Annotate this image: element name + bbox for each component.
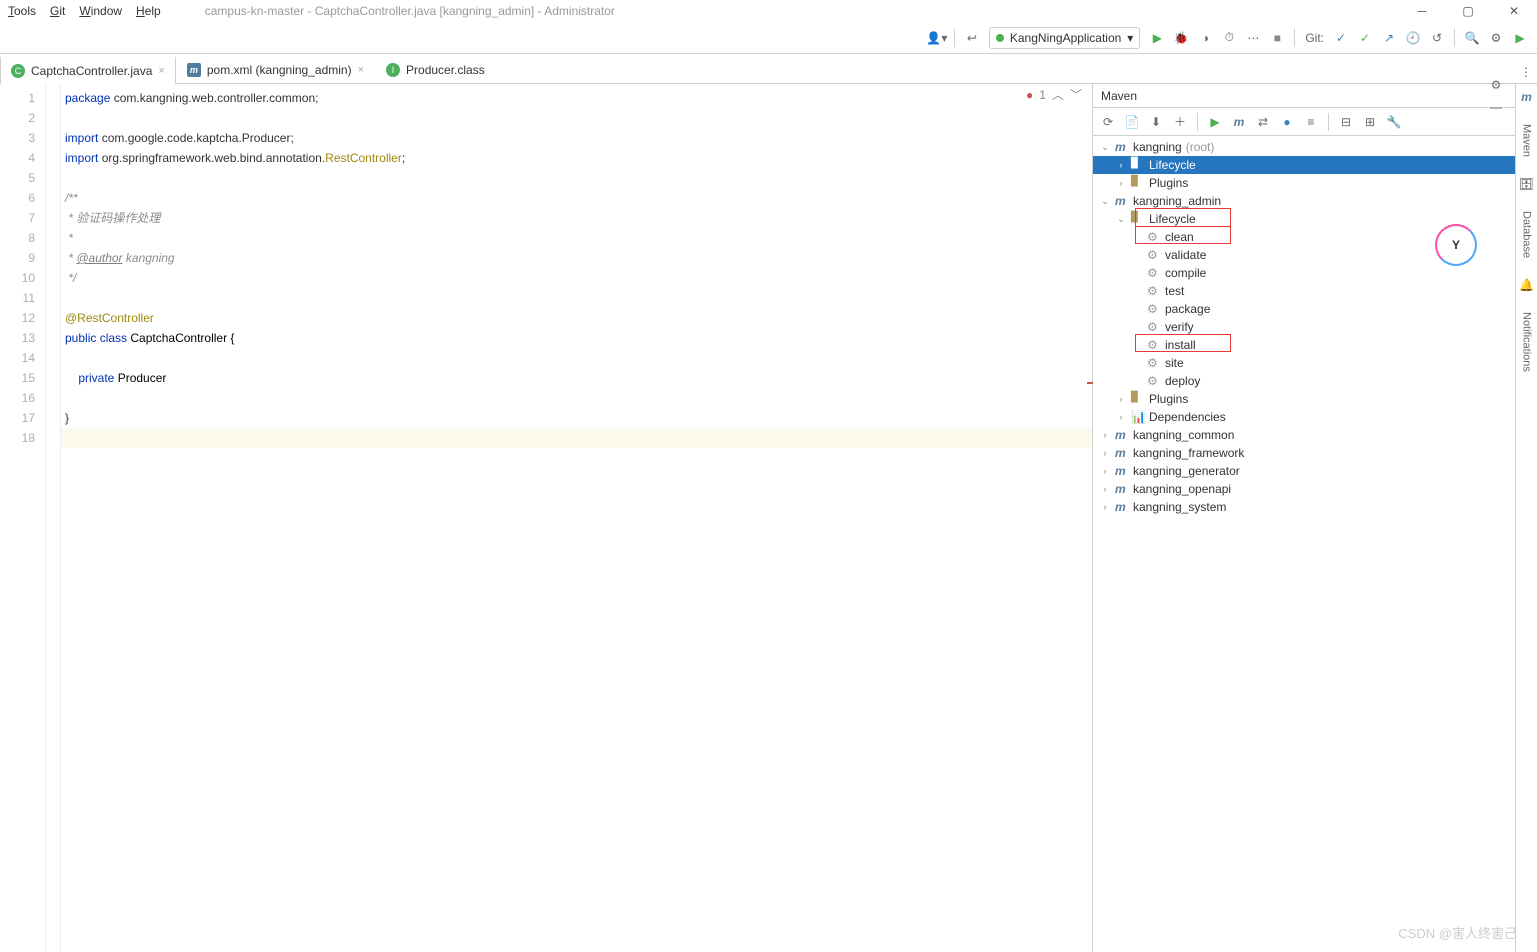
maven-node-lifecycle[interactable]: ›▉Lifecycle [1093, 156, 1515, 174]
right-tool-strip: m Maven 🗄 Database 🔔 Notifications [1515, 84, 1537, 952]
m-icon[interactable]: m [1228, 111, 1250, 133]
wrench-icon[interactable]: 🔧 [1383, 111, 1405, 133]
maven-stripe[interactable]: Maven [1521, 124, 1533, 157]
maven-node-site[interactable]: ⚙site [1093, 354, 1515, 372]
commit-icon[interactable]: ✓ [1354, 27, 1376, 49]
maven-node-kangning_admin[interactable]: ⌄mkangning_admin [1093, 192, 1515, 210]
inspection-widget[interactable]: ● 1 ︿ ﹀ [1026, 86, 1082, 103]
profile-icon[interactable]: ⏱ [1218, 27, 1240, 49]
tab-label: CaptchaController.java [31, 64, 152, 78]
reload-icon[interactable]: ⟳ [1097, 111, 1119, 133]
menu-git[interactable]: Git [50, 4, 65, 18]
maven-node-kangning_framework[interactable]: ›mkangning_framework [1093, 444, 1515, 462]
run-status-icon [996, 34, 1004, 42]
user-icon[interactable]: 👤▾ [926, 27, 948, 49]
maven-node-kangning_system[interactable]: ›mkangning_system [1093, 498, 1515, 516]
settings-icon[interactable]: ⚙ [1485, 27, 1507, 49]
maven-node-test[interactable]: ⚙test [1093, 282, 1515, 300]
generate-sources-icon[interactable]: 📄 [1121, 111, 1143, 133]
code-editor[interactable]: 123456789101112131415161718 ● 1 ︿ ﹀ pack… [0, 84, 1092, 952]
back-icon[interactable]: ↩ [961, 27, 983, 49]
attach-icon[interactable]: ⋯ [1242, 27, 1264, 49]
tab-pom-xml[interactable]: m pom.xml (kangning_admin) × [176, 55, 375, 83]
run-maven-icon[interactable]: ▶ [1204, 111, 1226, 133]
tab-captcha-controller[interactable]: C CaptchaController.java × [0, 56, 176, 84]
maven-node-kangning_common[interactable]: ›mkangning_common [1093, 426, 1515, 444]
menu-tools[interactable]: Tools [8, 4, 36, 18]
window-title: campus-kn-master - CaptchaController.jav… [205, 4, 615, 18]
fold-gutter [46, 84, 61, 952]
maven-node-package[interactable]: ⚙package [1093, 300, 1515, 318]
gear-icon[interactable]: ⚙ [1485, 74, 1507, 96]
floating-logo[interactable]: Y [1435, 224, 1477, 266]
add-icon[interactable]: ＋ [1169, 111, 1191, 133]
maven-node-plugins[interactable]: ›▉Plugins [1093, 390, 1515, 408]
notifications-stripe-icon[interactable]: 🔔 [1519, 278, 1534, 292]
maven-node-plugins[interactable]: ›▉Plugins [1093, 174, 1515, 192]
show-deps-icon[interactable]: ≡ [1300, 111, 1322, 133]
java-file-icon: C [11, 64, 25, 78]
menu-window[interactable]: Window [79, 4, 122, 18]
maven-node-kangning_openapi[interactable]: ›mkangning_openapi [1093, 480, 1515, 498]
maven-stripe-icon[interactable]: m [1521, 90, 1532, 104]
debug-icon[interactable]: 🐞 [1170, 27, 1192, 49]
play2-icon[interactable]: ▶ [1509, 27, 1531, 49]
main-toolbar: 👤▾ ↩ KangNingApplication ▾ ▶ 🐞 ◑ ⏱ ⋯ ■ G… [0, 22, 1537, 54]
up-icon[interactable]: ︿ [1052, 86, 1064, 103]
close-tab-icon[interactable]: × [158, 65, 164, 77]
tab-label: Producer.class [406, 63, 485, 77]
notifications-stripe[interactable]: Notifications [1521, 312, 1533, 372]
run-config-selector[interactable]: KangNingApplication ▾ [989, 27, 1140, 49]
minimize-button[interactable]: ─ [1399, 0, 1445, 22]
maven-node-kangning_generator[interactable]: ›mkangning_generator [1093, 462, 1515, 480]
error-count: 1 [1039, 88, 1046, 102]
error-icon: ● [1026, 88, 1033, 102]
maven-node-dependencies[interactable]: ›📊Dependencies [1093, 408, 1515, 426]
search-icon[interactable]: 🔍 [1461, 27, 1483, 49]
run-icon[interactable]: ▶ [1146, 27, 1168, 49]
close-tab-icon[interactable]: × [358, 64, 364, 76]
close-button[interactable]: ✕ [1491, 0, 1537, 22]
class-file-icon: I [386, 63, 400, 77]
editor-tabs: C CaptchaController.java × m pom.xml (ka… [0, 54, 1537, 84]
rollback-icon[interactable]: ↺ [1426, 27, 1448, 49]
maven-node-kangning[interactable]: ⌄mkangning (root) [1093, 138, 1515, 156]
main-menu-bar: Tools Git Window Help campus-kn-master -… [0, 0, 1537, 22]
coverage-icon[interactable]: ◑ [1194, 27, 1216, 49]
maven-node-deploy[interactable]: ⚙deploy [1093, 372, 1515, 390]
maven-node-verify[interactable]: ⚙verify [1093, 318, 1515, 336]
maven-tool-window: Maven ⚙ — ⟳ 📄 ⬇ ＋ ▶ m ⇄ ● ≡ ⊟ ⊞ 🔧 ⌄mkang… [1092, 84, 1515, 952]
history-icon[interactable]: 🕘 [1402, 27, 1424, 49]
run-config-label: KangNingApplication [1010, 31, 1121, 45]
menu-help[interactable]: Help [136, 4, 161, 18]
database-stripe[interactable]: Database [1521, 211, 1533, 258]
collapse-icon[interactable]: ⊟ [1335, 111, 1357, 133]
database-stripe-icon[interactable]: 🗄 [1519, 177, 1534, 191]
tab-producer-class[interactable]: I Producer.class [375, 55, 496, 83]
toggle-offline-icon[interactable]: ⇄ [1252, 111, 1274, 133]
push-icon[interactable]: ↗ [1378, 27, 1400, 49]
download-icon[interactable]: ⬇ [1145, 111, 1167, 133]
watermark: CSDN @害人终害己 [1398, 923, 1517, 942]
maven-node-compile[interactable]: ⚙compile [1093, 264, 1515, 282]
stop-icon[interactable]: ■ [1266, 27, 1288, 49]
update-icon[interactable]: ✓ [1330, 27, 1352, 49]
maximize-button[interactable]: ▢ [1445, 0, 1491, 22]
git-label: Git: [1305, 31, 1324, 45]
tab-label: pom.xml (kangning_admin) [207, 63, 352, 77]
down-icon[interactable]: ﹀ [1070, 86, 1082, 103]
dropdown-icon: ▾ [1127, 31, 1133, 45]
maven-node-install[interactable]: ⚙install [1093, 336, 1515, 354]
line-gutter: 123456789101112131415161718 [0, 84, 46, 952]
maven-file-icon: m [187, 63, 201, 77]
maven-toolbar: ⟳ 📄 ⬇ ＋ ▶ m ⇄ ● ≡ ⊟ ⊞ 🔧 [1093, 108, 1515, 136]
expand-icon[interactable]: ⊞ [1359, 111, 1381, 133]
tabs-more-icon[interactable]: ⋮ [1515, 61, 1537, 83]
window-controls: ─ ▢ ✕ [1399, 0, 1537, 22]
maven-title: Maven [1101, 89, 1137, 103]
code-area[interactable]: ● 1 ︿ ﹀ package com.kangning.web.control… [61, 84, 1092, 952]
skip-tests-icon[interactable]: ● [1276, 111, 1298, 133]
